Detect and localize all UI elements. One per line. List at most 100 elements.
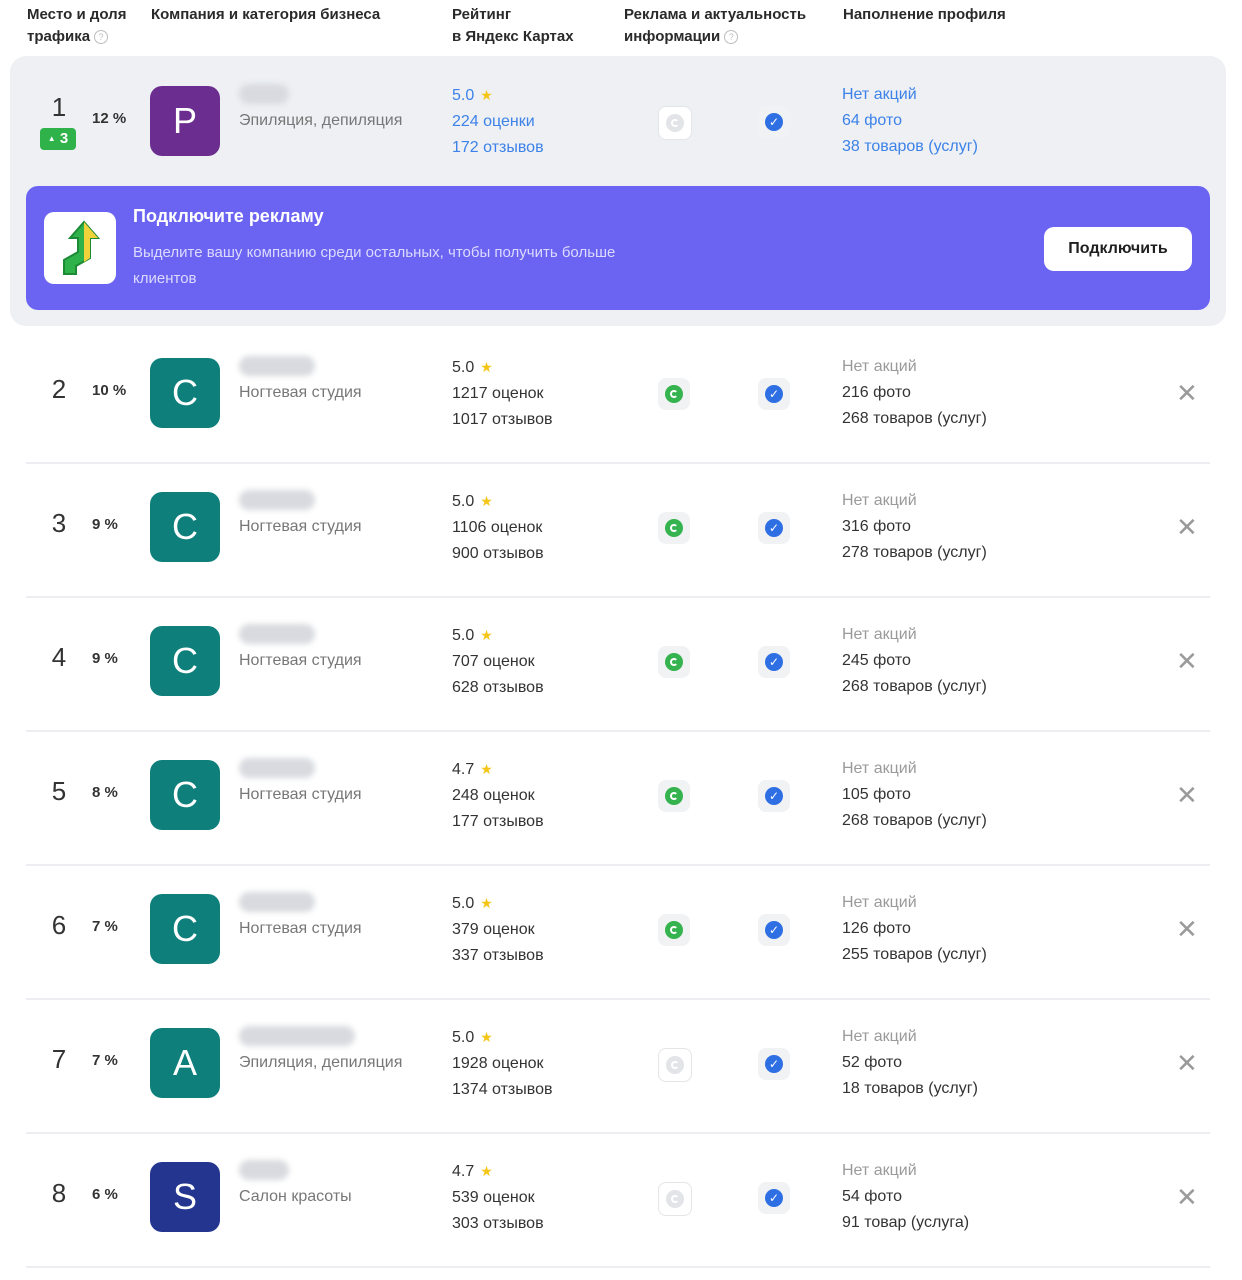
company-category: Ногтевая студия [239, 786, 362, 803]
help-icon[interactable]: ? [724, 30, 739, 44]
close-icon[interactable]: ✕ [1176, 1050, 1198, 1076]
profile-filling: Нет акций 316 фото 278 товаров (услуг) [842, 488, 987, 566]
info-verified-icon: ✓ [758, 512, 790, 544]
profile-filling: Нет акций 245 фото 268 товаров (услуг) [842, 622, 987, 700]
ad-active-icon [658, 780, 690, 812]
company-category: Ногтевая студия [239, 518, 362, 535]
ad-active-icon [658, 512, 690, 544]
reviews-count[interactable]: 172 отзывов [452, 139, 544, 156]
rating-block: 5.0 ★ 1106 оценок 900 отзывов [452, 488, 544, 567]
info-verified-icon: ✓ [758, 106, 790, 138]
place-number: 2 [51, 374, 67, 404]
close-icon[interactable]: ✕ [1176, 380, 1198, 406]
rank-rise-badge: ▲ 3 [40, 128, 76, 150]
help-icon[interactable]: ? [94, 30, 109, 44]
company-name-blurred [239, 624, 315, 644]
rating-value: 5.0 [452, 359, 475, 376]
photos-count: 52 фото [842, 1054, 902, 1071]
profile-filling: Нет акций 105 фото 268 товаров (услуг) [842, 756, 987, 834]
promotions-status[interactable]: Нет акций [842, 86, 917, 103]
promotions-status: Нет акций [842, 358, 917, 375]
goods-count: 268 товаров (услуг) [842, 678, 987, 695]
close-icon[interactable]: ✕ [1176, 782, 1198, 808]
ratings-count: 379 оценок [452, 921, 535, 938]
own-company-row: 1 ▲ 3 12 % P Эпиляция, депиляция 5.0 ★ 224 оцен… [26, 56, 1210, 190]
company-category: Эпиляция, депиляция [239, 112, 403, 129]
promotions-status: Нет акций [842, 894, 917, 911]
rating-value: 5.0 [452, 627, 475, 644]
goods-count: 255 товаров (услуг) [842, 946, 987, 963]
checkmark-icon: ✓ [765, 653, 783, 671]
company-category: Ногтевая студия [239, 652, 362, 669]
checkmark-icon: ✓ [765, 113, 783, 131]
rating-block: 4.7 ★ 248 оценок 177 отзывов [452, 756, 544, 835]
promo-text: Выделите вашу компанию среди остальных, … [133, 244, 616, 287]
ratings-count: 1106 оценок [452, 519, 543, 536]
profile-filling: Нет акций 216 фото 268 товаров (услуг) [842, 354, 987, 432]
goods-count: 268 товаров (услуг) [842, 410, 987, 427]
checkmark-icon: ✓ [765, 1189, 783, 1207]
growth-arrow-icon [44, 212, 116, 284]
photos-count: 54 фото [842, 1188, 902, 1205]
close-icon[interactable]: ✕ [1176, 916, 1198, 942]
traffic-share: 10 % [92, 382, 127, 399]
close-icon[interactable]: ✕ [1176, 648, 1198, 674]
ad-inactive-icon [658, 1048, 692, 1082]
close-icon[interactable]: ✕ [1176, 1184, 1198, 1210]
company-avatar: C [150, 358, 220, 428]
goods-count[interactable]: 38 товаров (услуг) [842, 138, 978, 155]
company-name-blurred [239, 758, 315, 778]
promotions-status: Нет акций [842, 1162, 917, 1179]
info-verified-icon: ✓ [758, 914, 790, 946]
company-category: Эпиляция, депиляция [239, 1054, 403, 1071]
company-category: Ногтевая студия [239, 920, 362, 937]
col-profile-header: Наполнение профиля [843, 6, 1006, 23]
place-number: 6 [51, 910, 67, 940]
goods-count: 278 товаров (услуг) [842, 544, 987, 561]
rating-block: 5.0 ★ 224 оценки 172 отзывов [452, 82, 544, 161]
ratings-count[interactable]: 224 оценки [452, 113, 535, 130]
place-number: 8 [51, 1178, 67, 1208]
competitor-row: 7 7 % A Эпиляция, депиляция 5.0 ★ 1928 оценок 1… [26, 998, 1210, 1134]
company-name-blurred [239, 1026, 355, 1046]
ad-active-icon [658, 914, 690, 946]
connect-ad-button[interactable]: Подключить [1044, 227, 1192, 271]
place-number: 3 [51, 508, 67, 538]
checkmark-icon: ✓ [765, 921, 783, 939]
info-verified-icon: ✓ [758, 378, 790, 410]
rating-value: 4.7 [452, 1163, 475, 1180]
profile-filling: Нет акций 126 фото 255 товаров (услуг) [842, 890, 987, 968]
close-icon[interactable]: ✕ [1176, 514, 1198, 540]
star-icon: ★ [480, 895, 493, 911]
ratings-count: 539 оценок [452, 1189, 535, 1206]
table-header: Место и доля трафика? Компания и категор… [0, 0, 1242, 50]
star-icon: ★ [480, 627, 493, 643]
place-number: 5 [51, 776, 67, 806]
photos-count: 105 фото [842, 786, 911, 803]
reviews-count: 900 отзывов [452, 545, 544, 562]
reviews-count: 337 отзывов [452, 947, 544, 964]
up-arrow-icon: ▲ [47, 134, 56, 143]
company-avatar: S [150, 1162, 220, 1232]
rating-block: 5.0 ★ 1217 оценок 1017 отзывов [452, 354, 552, 433]
place-number: 1 [51, 92, 67, 122]
traffic-share: 7 % [92, 1052, 118, 1069]
star-icon: ★ [480, 87, 493, 103]
traffic-share: 7 % [92, 918, 118, 935]
star-icon: ★ [480, 1029, 493, 1045]
company-name-blurred [239, 1160, 289, 1180]
photos-count: 316 фото [842, 518, 911, 535]
checkmark-icon: ✓ [765, 1055, 783, 1073]
profile-filling: Нет акций 54 фото 91 товар (услуга) [842, 1158, 969, 1236]
photos-count[interactable]: 64 фото [842, 112, 902, 129]
star-icon: ★ [480, 359, 493, 375]
ratings-count: 1928 оценок [452, 1055, 544, 1072]
reviews-count: 177 отзывов [452, 813, 544, 830]
reviews-count: 303 отзывов [452, 1215, 544, 1232]
ad-inactive-icon [658, 1182, 692, 1216]
company-avatar: A [150, 1028, 220, 1098]
place-number: 7 [51, 1044, 67, 1074]
rating-block: 5.0 ★ 1928 оценок 1374 отзывов [452, 1024, 552, 1103]
info-verified-icon: ✓ [758, 1182, 790, 1214]
company-avatar: C [150, 894, 220, 964]
